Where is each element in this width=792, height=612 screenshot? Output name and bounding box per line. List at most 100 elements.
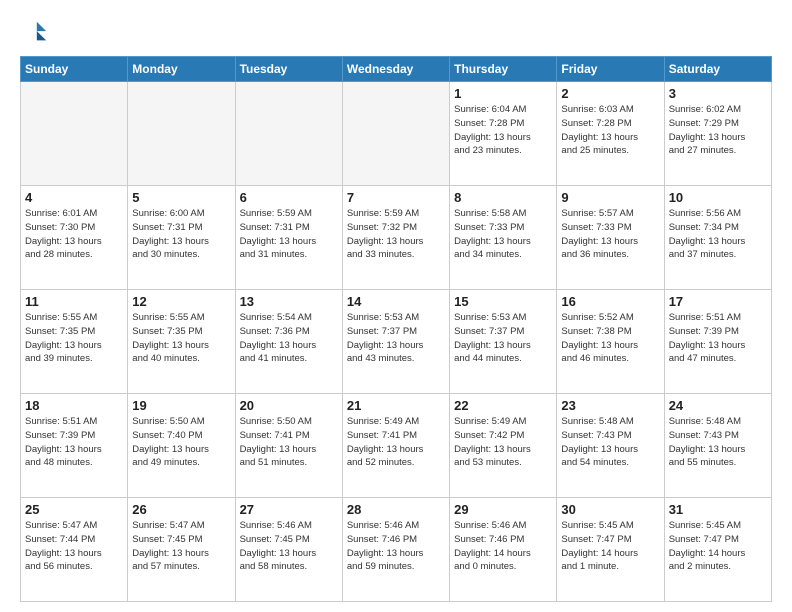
day-number: 25 [25, 502, 123, 517]
day-number: 31 [669, 502, 767, 517]
day-number: 26 [132, 502, 230, 517]
day-info: Sunrise: 5:46 AMSunset: 7:45 PMDaylight:… [240, 519, 338, 574]
calendar-day-cell: 25 Sunrise: 5:47 AMSunset: 7:44 PMDayligh… [21, 498, 128, 602]
weekday-header: Monday [128, 57, 235, 82]
calendar-day-cell: 10 Sunrise: 5:56 AMSunset: 7:34 PMDayligh… [664, 186, 771, 290]
day-number: 16 [561, 294, 659, 309]
calendar-day-cell: 5Sunrise: 6:00 AMSunset: 7:31 PMDaylight… [128, 186, 235, 290]
day-info: Sunrise: 6:04 AMSunset: 7:28 PMDaylight:… [454, 103, 552, 158]
day-info: Sunrise: 5:58 AMSunset: 7:33 PMDaylight:… [454, 207, 552, 262]
day-info: Sunrise: 5:46 AMSunset: 7:46 PMDaylight:… [347, 519, 445, 574]
calendar-day-cell: 27 Sunrise: 5:46 AMSunset: 7:45 PMDayligh… [235, 498, 342, 602]
day-info: Sunrise: 5:59 AMSunset: 7:32 PMDaylight:… [347, 207, 445, 262]
calendar-day-cell: 31 Sunrise: 5:45 AMSunset: 7:47 PMDayligh… [664, 498, 771, 602]
day-number: 28 [347, 502, 445, 517]
calendar-day-cell [128, 82, 235, 186]
calendar-day-cell: 6Sunrise: 5:59 AMSunset: 7:31 PMDaylight… [235, 186, 342, 290]
logo-icon [20, 18, 48, 46]
day-number: 5 [132, 190, 230, 205]
day-number: 29 [454, 502, 552, 517]
day-info: Sunrise: 5:48 AMSunset: 7:43 PMDaylight:… [561, 415, 659, 470]
day-info: Sunrise: 5:50 AMSunset: 7:40 PMDaylight:… [132, 415, 230, 470]
day-number: 9 [561, 190, 659, 205]
day-info: Sunrise: 5:55 AMSunset: 7:35 PMDaylight:… [132, 311, 230, 366]
calendar-table: SundayMondayTuesdayWednesdayThursdayFrid… [20, 56, 772, 602]
calendar-day-cell: 16 Sunrise: 5:52 AMSunset: 7:38 PMDayligh… [557, 290, 664, 394]
day-number: 10 [669, 190, 767, 205]
calendar-day-cell: 26Sunrise: 5:47 AMSunset: 7:45 PMDayligh… [128, 498, 235, 602]
calendar-day-cell [235, 82, 342, 186]
day-info: Sunrise: 5:53 AMSunset: 7:37 PMDaylight:… [347, 311, 445, 366]
logo [20, 18, 52, 46]
calendar-day-cell: 19Sunrise: 5:50 AMSunset: 7:40 PMDayligh… [128, 394, 235, 498]
day-info: Sunrise: 5:47 AMSunset: 7:44 PMDaylight:… [25, 519, 123, 574]
calendar-day-cell: 30 Sunrise: 5:45 AMSunset: 7:47 PMDayligh… [557, 498, 664, 602]
weekday-header: Tuesday [235, 57, 342, 82]
day-info: Sunrise: 5:56 AMSunset: 7:34 PMDaylight:… [669, 207, 767, 262]
day-number: 11 [25, 294, 123, 309]
calendar-day-cell: 20Sunrise: 5:50 AMSunset: 7:41 PMDayligh… [235, 394, 342, 498]
calendar-day-cell: 12 Sunrise: 5:55 AMSunset: 7:35 PMDayligh… [128, 290, 235, 394]
day-info: Sunrise: 5:57 AMSunset: 7:33 PMDaylight:… [561, 207, 659, 262]
day-number: 27 [240, 502, 338, 517]
calendar-day-cell: 29 Sunrise: 5:46 AMSunset: 7:46 PMDayligh… [450, 498, 557, 602]
day-info: Sunrise: 5:50 AMSunset: 7:41 PMDaylight:… [240, 415, 338, 470]
day-number: 1 [454, 86, 552, 101]
day-info: Sunrise: 6:03 AMSunset: 7:28 PMDaylight:… [561, 103, 659, 158]
day-number: 8 [454, 190, 552, 205]
day-number: 17 [669, 294, 767, 309]
calendar-day-cell: 21 Sunrise: 5:49 AMSunset: 7:41 PMDayligh… [342, 394, 449, 498]
day-info: Sunrise: 5:53 AMSunset: 7:37 PMDaylight:… [454, 311, 552, 366]
calendar-day-cell: 22 Sunrise: 5:49 AMSunset: 7:42 PMDayligh… [450, 394, 557, 498]
day-number: 2 [561, 86, 659, 101]
day-info: Sunrise: 5:51 AMSunset: 7:39 PMDaylight:… [25, 415, 123, 470]
day-number: 3 [669, 86, 767, 101]
day-info: Sunrise: 5:54 AMSunset: 7:36 PMDaylight:… [240, 311, 338, 366]
day-info: Sunrise: 5:49 AMSunset: 7:41 PMDaylight:… [347, 415, 445, 470]
calendar-day-cell: 18 Sunrise: 5:51 AMSunset: 7:39 PMDayligh… [21, 394, 128, 498]
calendar-week-row: 4 Sunrise: 6:01 AMSunset: 7:30 PMDaylight… [21, 186, 772, 290]
weekday-header: Saturday [664, 57, 771, 82]
calendar-day-cell: 15 Sunrise: 5:53 AMSunset: 7:37 PMDayligh… [450, 290, 557, 394]
weekday-header: Thursday [450, 57, 557, 82]
day-number: 22 [454, 398, 552, 413]
calendar-week-row: 25 Sunrise: 5:47 AMSunset: 7:44 PMDayligh… [21, 498, 772, 602]
day-info: Sunrise: 5:49 AMSunset: 7:42 PMDaylight:… [454, 415, 552, 470]
weekday-header: Friday [557, 57, 664, 82]
calendar-day-cell: 17 Sunrise: 5:51 AMSunset: 7:39 PMDayligh… [664, 290, 771, 394]
weekday-header: Wednesday [342, 57, 449, 82]
day-number: 7 [347, 190, 445, 205]
day-info: Sunrise: 5:52 AMSunset: 7:38 PMDaylight:… [561, 311, 659, 366]
page: SundayMondayTuesdayWednesdayThursdayFrid… [0, 0, 792, 612]
day-number: 18 [25, 398, 123, 413]
day-number: 4 [25, 190, 123, 205]
day-number: 15 [454, 294, 552, 309]
day-info: Sunrise: 6:02 AMSunset: 7:29 PMDaylight:… [669, 103, 767, 158]
day-info: Sunrise: 5:55 AMSunset: 7:35 PMDaylight:… [25, 311, 123, 366]
day-number: 21 [347, 398, 445, 413]
calendar-day-cell: 14 Sunrise: 5:53 AMSunset: 7:37 PMDayligh… [342, 290, 449, 394]
calendar-day-cell: 2 Sunrise: 6:03 AMSunset: 7:28 PMDaylight… [557, 82, 664, 186]
day-number: 12 [132, 294, 230, 309]
calendar-day-cell: 11 Sunrise: 5:55 AMSunset: 7:35 PMDayligh… [21, 290, 128, 394]
calendar-body: 1 Sunrise: 6:04 AMSunset: 7:28 PMDaylight… [21, 82, 772, 602]
weekday-header: Sunday [21, 57, 128, 82]
calendar-day-cell: 1 Sunrise: 6:04 AMSunset: 7:28 PMDaylight… [450, 82, 557, 186]
day-number: 30 [561, 502, 659, 517]
day-info: Sunrise: 5:46 AMSunset: 7:46 PMDaylight:… [454, 519, 552, 574]
header [20, 18, 772, 46]
calendar-week-row: 18 Sunrise: 5:51 AMSunset: 7:39 PMDayligh… [21, 394, 772, 498]
calendar-header-row: SundayMondayTuesdayWednesdayThursdayFrid… [21, 57, 772, 82]
calendar-day-cell: 9 Sunrise: 5:57 AMSunset: 7:33 PMDaylight… [557, 186, 664, 290]
day-info: Sunrise: 5:45 AMSunset: 7:47 PMDaylight:… [669, 519, 767, 574]
day-number: 13 [240, 294, 338, 309]
day-info: Sunrise: 5:45 AMSunset: 7:47 PMDaylight:… [561, 519, 659, 574]
day-info: Sunrise: 6:01 AMSunset: 7:30 PMDaylight:… [25, 207, 123, 262]
calendar-day-cell: 8 Sunrise: 5:58 AMSunset: 7:33 PMDaylight… [450, 186, 557, 290]
calendar-day-cell: 3 Sunrise: 6:02 AMSunset: 7:29 PMDaylight… [664, 82, 771, 186]
day-number: 14 [347, 294, 445, 309]
calendar-day-cell: 13 Sunrise: 5:54 AMSunset: 7:36 PMDayligh… [235, 290, 342, 394]
day-info: Sunrise: 5:51 AMSunset: 7:39 PMDaylight:… [669, 311, 767, 366]
day-info: Sunrise: 5:48 AMSunset: 7:43 PMDaylight:… [669, 415, 767, 470]
calendar-week-row: 11 Sunrise: 5:55 AMSunset: 7:35 PMDayligh… [21, 290, 772, 394]
